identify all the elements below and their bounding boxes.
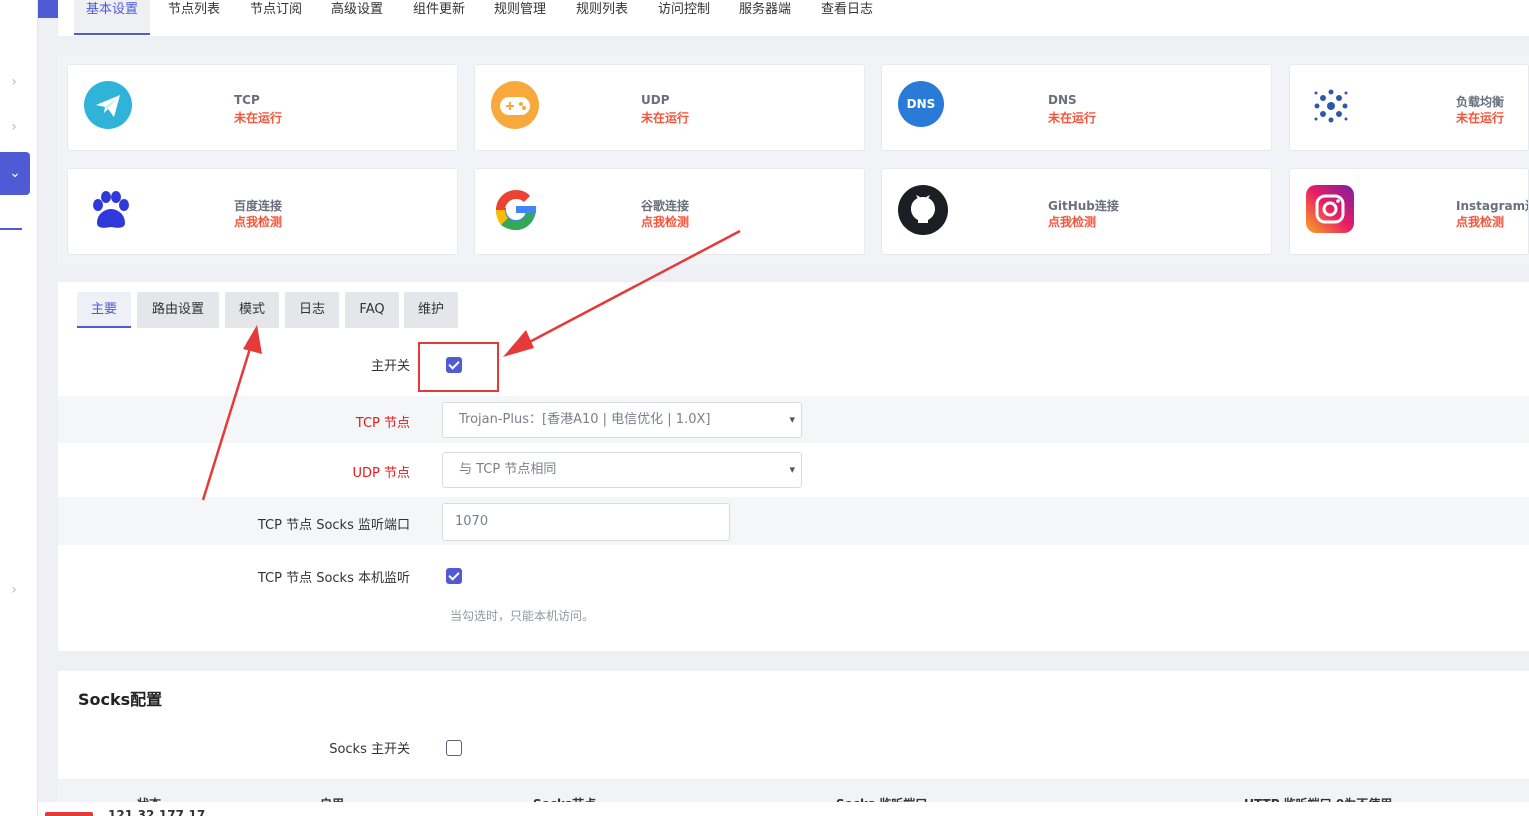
row-udp-node: UDP 节点 与 TCP 节点相同 ▾ (58, 443, 1529, 497)
status-card-instagram: Instagram连 点我检测 (1289, 168, 1529, 255)
row-main-switch: 主开关 (58, 340, 1529, 396)
socks-port-input[interactable]: 1070 (442, 503, 730, 541)
subtab-faq[interactable]: FAQ (345, 292, 399, 328)
instagram-icon (1306, 185, 1354, 233)
card-status[interactable]: 点我检测 (641, 213, 689, 230)
card-title: 百度连接 (234, 199, 283, 213)
socks-local-label: TCP 节点 Socks 本机监听 (257, 571, 410, 586)
google-icon (491, 185, 541, 235)
socks-local-checkbox[interactable] (446, 568, 462, 584)
card-title: DNS (1048, 93, 1077, 107)
status-card-google: 谷歌连接 点我检测 (474, 168, 865, 255)
subtab-route-settings[interactable]: 路由设置 (137, 292, 219, 328)
tcp-node-label: TCP 节点 (355, 416, 410, 431)
tab-basic-settings[interactable]: 基本设置 (74, 0, 151, 35)
chevron-right-icon[interactable]: › (6, 119, 22, 135)
top-tab-bar: 基本设置 节点列表 节点订阅 高级设置 组件更新 规则管理 规则列表 访问控制 … (58, 0, 1529, 36)
row-socks-port: TCP 节点 Socks 监听端口 1070 (58, 497, 1529, 545)
subtab-maintenance[interactable]: 维护 (404, 292, 458, 328)
gamepad-icon (491, 81, 539, 129)
chevron-down-icon: ▾ (789, 413, 795, 426)
tcp-node-value: Trojan-Plus：[香港A10 | 电信优化 | 1.0X] (459, 412, 711, 427)
card-status[interactable]: 未在运行 (234, 109, 282, 126)
paper-plane-icon (84, 81, 132, 129)
annotation-highlight-box (418, 342, 499, 392)
tab-access-control[interactable]: 访问控制 (658, 0, 710, 35)
socks-port-label: TCP 节点 Socks 监听端口 (257, 518, 410, 533)
row-socks-local: TCP 节点 Socks 本机监听 当勾选时，只能本机访问。 (58, 545, 1529, 651)
card-title: UDP (641, 93, 670, 107)
bottom-bar (38, 802, 1529, 816)
row-tcp-node: TCP 节点 Trojan-Plus：[香港A10 | 电信优化 | 1.0X]… (58, 396, 1529, 443)
status-card-load-balance: 负载均衡 未在运行 (1289, 64, 1529, 151)
status-panel: TCP 未在运行 UDP 未在运行 DNS DNS 未在运行 负载均衡 未在运行 (58, 55, 1529, 265)
status-card-dns: DNS DNS 未在运行 (881, 64, 1272, 151)
sidebar-accent (38, 0, 58, 18)
card-title: 负载均衡 (1456, 95, 1505, 109)
udp-node-select[interactable]: 与 TCP 节点相同 ▾ (442, 452, 802, 488)
github-icon (898, 185, 948, 235)
card-status[interactable]: 未在运行 (641, 109, 689, 126)
tab-rule-manage[interactable]: 规则管理 (494, 0, 546, 35)
sidebar-active-item[interactable]: ⌄ (0, 152, 30, 195)
bottom-ip-address: 121.32.177.17 (108, 808, 206, 816)
tab-node-list[interactable]: 节点列表 (168, 0, 220, 35)
status-card-baidu: 百度连接 点我检测 (67, 168, 458, 255)
socks-switch-checkbox[interactable] (446, 740, 462, 756)
tab-node-subscribe[interactable]: 节点订阅 (250, 0, 302, 35)
socks-section-title: Socks配置 (78, 690, 163, 709)
dns-icon: DNS (898, 81, 944, 127)
settings-panel: 主要 路由设置 模式 日志 FAQ 维护 主开关 TCP 节点 Trojan-P… (58, 282, 1529, 651)
card-title: GitHub连接 (1048, 199, 1119, 213)
status-card-github: GitHub连接 点我检测 (881, 168, 1272, 255)
chevron-down-icon: ⌄ (9, 165, 21, 181)
udp-node-label: UDP 节点 (352, 466, 411, 481)
socks-switch-label: Socks 主开关 (329, 742, 410, 757)
chevron-down-icon: ▾ (789, 463, 795, 476)
chevron-right-icon[interactable]: › (6, 582, 22, 598)
tab-view-log[interactable]: 查看日志 (821, 0, 873, 35)
card-title: 谷歌连接 (641, 199, 690, 213)
card-title: Instagram连 (1456, 199, 1529, 213)
card-status[interactable]: 未在运行 (1456, 109, 1504, 126)
sidebar: › › ⌄ › (0, 0, 38, 816)
tab-server[interactable]: 服务器端 (739, 0, 791, 35)
tab-rule-list[interactable]: 规则列表 (576, 0, 628, 35)
tcp-node-select[interactable]: Trojan-Plus：[香港A10 | 电信优化 | 1.0X] ▾ (442, 402, 802, 438)
load-balance-icon (1306, 81, 1356, 131)
subtab-main[interactable]: 主要 (77, 292, 131, 328)
bottom-status-indicator (45, 812, 93, 816)
status-card-udp: UDP 未在运行 (474, 64, 865, 151)
status-card-tcp: TCP 未在运行 (67, 64, 458, 151)
main-switch-label: 主开关 (370, 359, 410, 374)
card-status[interactable]: 点我检测 (1048, 213, 1096, 230)
tab-advanced-settings[interactable]: 高级设置 (331, 0, 383, 35)
chevron-right-icon[interactable]: › (6, 74, 22, 90)
card-status[interactable]: 点我检测 (234, 213, 282, 230)
subtab-log[interactable]: 日志 (285, 292, 339, 328)
card-status[interactable]: 未在运行 (1048, 109, 1096, 126)
baidu-paw-icon (84, 185, 134, 235)
card-status[interactable]: 点我检测 (1456, 213, 1504, 230)
sidebar-underline (0, 228, 22, 230)
card-title: TCP (234, 93, 260, 107)
tab-component-update[interactable]: 组件更新 (413, 0, 465, 35)
socks-panel: Socks配置 Socks 主开关 状态 启用 Socks节点 Socks 监听… (58, 671, 1529, 816)
socks-local-hint: 当勾选时，只能本机访问。 (450, 609, 595, 623)
subtab-mode[interactable]: 模式 (225, 292, 279, 328)
udp-node-value: 与 TCP 节点相同 (459, 462, 557, 477)
